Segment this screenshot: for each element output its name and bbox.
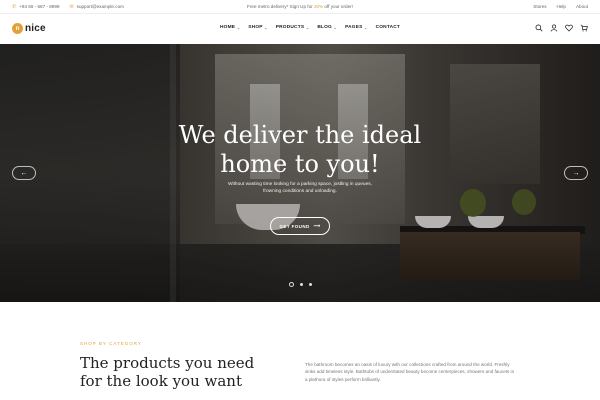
chevron-down-icon: ⌄: [364, 25, 368, 30]
hero-title: We deliver the ideal home to you!: [150, 121, 450, 179]
section-description: The bathroom becomes an oasis of luxury …: [305, 362, 515, 382]
nav-label: BLOG: [317, 25, 332, 30]
nav-item-blog[interactable]: BLOG ⌄: [317, 25, 337, 30]
hero-title-line: We deliver the ideal: [178, 121, 422, 149]
nav-label: CONTACT: [375, 25, 401, 30]
nav-item-home[interactable]: HOME ⌄: [220, 25, 240, 30]
next-slide-button[interactable]: →: [564, 166, 588, 180]
email-address: support@example.com: [76, 4, 124, 9]
button-label: GET FOUND: [279, 223, 310, 229]
search-icon[interactable]: [535, 24, 543, 32]
nav-label: PAGES: [345, 25, 363, 30]
nav-label: SHOP: [248, 25, 263, 30]
heart-icon[interactable]: [565, 24, 573, 32]
section-title-line: for the look you want: [80, 372, 242, 390]
site-header: n nice HOME ⌄ SHOP ⌄ PRODUCTS ⌄ BLOG ⌄ PAGES…: [0, 14, 600, 44]
phone-icon: ✆: [12, 3, 17, 10]
nav-item-shop[interactable]: SHOP ⌄: [248, 25, 267, 30]
about-link[interactable]: About: [576, 4, 588, 9]
mail-icon: ✉: [69, 3, 74, 10]
slide-dot[interactable]: [289, 282, 294, 287]
user-icon[interactable]: [550, 24, 558, 32]
chevron-down-icon: ⌄: [333, 25, 338, 30]
hero-slider: We deliver the ideal home to you! Withou…: [0, 44, 600, 302]
promo-suffix: off your order!: [323, 4, 353, 9]
logo-text: nice: [25, 23, 46, 34]
promo-prefix: Free metro delivery* Sign Up for: [247, 4, 314, 9]
section-title: The products you need for the look you w…: [80, 354, 300, 390]
cart-icon[interactable]: [580, 24, 588, 32]
chevron-down-icon: ⌄: [236, 25, 241, 30]
arrow-left-icon: ←: [20, 169, 28, 177]
chevron-down-icon: ⌄: [264, 25, 268, 30]
arrow-right-icon: →: [572, 169, 580, 177]
nav-label: PRODUCTS: [275, 25, 305, 30]
get-found-button[interactable]: GET FOUND ⟶: [270, 217, 330, 235]
nav-label: HOME: [220, 25, 236, 30]
top-bar: ✆ +84 66 - 567 - 8999 ✉ support@example.…: [0, 0, 600, 13]
main-nav: HOME ⌄ SHOP ⌄ PRODUCTS ⌄ BLOG ⌄ PAGES ⌄ CONTA…: [220, 25, 400, 30]
logo-mark: n: [12, 23, 23, 34]
promo-highlight[interactable]: 20%: [314, 4, 323, 9]
stores-link[interactable]: Stores: [533, 4, 546, 9]
hero-subtitle: Without wasting time looking for a parki…: [228, 182, 372, 194]
phone-contact[interactable]: ✆ +84 66 - 567 - 8999: [12, 4, 59, 10]
email-contact[interactable]: ✉ support@example.com: [69, 4, 124, 10]
slide-dot[interactable]: [309, 283, 312, 286]
hero-title-line: home to you!: [220, 150, 380, 178]
logo[interactable]: n nice: [12, 23, 46, 34]
header-actions: [535, 24, 588, 32]
slide-dot[interactable]: [300, 283, 303, 286]
nav-item-products[interactable]: PRODUCTS ⌄: [276, 25, 310, 30]
nav-item-pages[interactable]: PAGES ⌄: [345, 25, 368, 30]
phone-number: +84 66 - 567 - 8999: [19, 4, 60, 9]
section-eyebrow: SHOP BY CATEGORY: [80, 341, 142, 346]
previous-slide-button[interactable]: ←: [12, 166, 36, 180]
nav-item-contact[interactable]: CONTACT: [376, 25, 401, 30]
chevron-down-icon: ⌄: [305, 25, 310, 30]
help-link[interactable]: Help: [557, 4, 566, 9]
slide-pagination: [289, 282, 312, 287]
section-title-line: The products you need: [80, 354, 255, 372]
arrow-right-icon: ⟶: [313, 223, 321, 228]
